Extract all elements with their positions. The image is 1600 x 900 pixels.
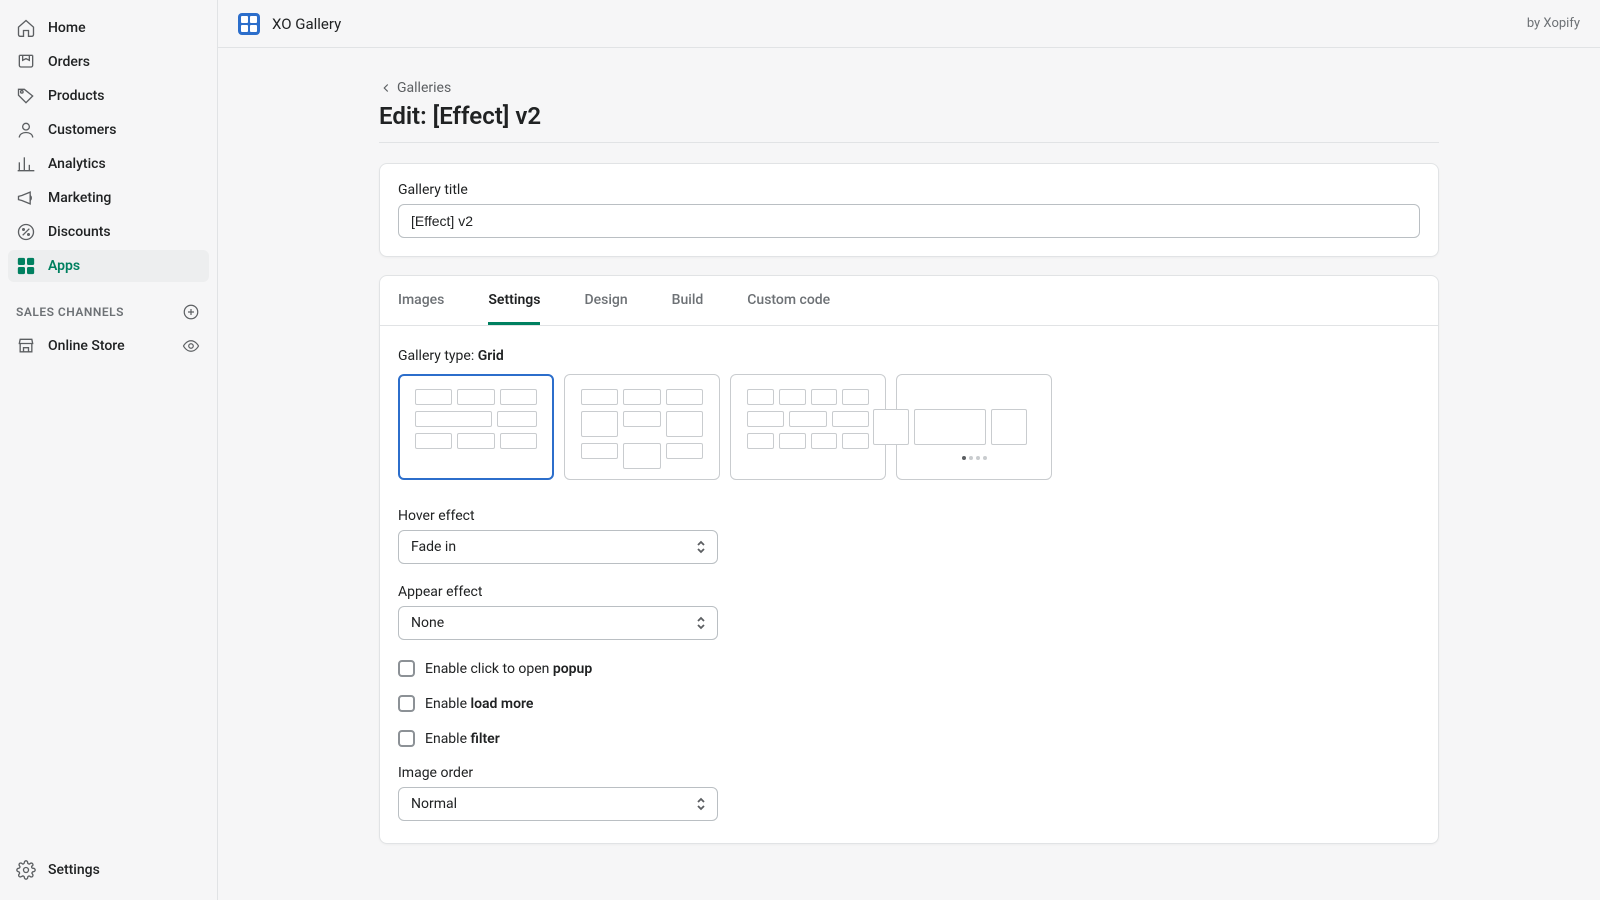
sidebar-item-discounts[interactable]: Discounts <box>8 216 209 248</box>
carousel-dots-icon <box>962 456 987 460</box>
sidebar-item-label: Discounts <box>48 224 111 240</box>
gallery-type-picker <box>398 374 1420 480</box>
store-icon <box>16 336 36 356</box>
hover-effect-select[interactable]: Fade in <box>398 530 718 564</box>
sidebar-item-label: Settings <box>48 862 100 878</box>
page-title: Edit: [Effect] v2 <box>379 102 1439 130</box>
tab-build[interactable]: Build <box>672 276 704 325</box>
main: XO Gallery by Xopify Galleries Edit: [Ef… <box>218 0 1600 900</box>
eye-icon <box>182 337 200 355</box>
analytics-icon <box>16 154 36 174</box>
image-order-label: Image order <box>398 765 718 781</box>
settings-card: Images Settings Design Build Custom code… <box>379 275 1439 844</box>
appear-effect-value: None <box>411 615 444 631</box>
gallery-title-input[interactable] <box>398 204 1420 238</box>
select-chevrons-icon <box>695 796 707 812</box>
image-order-value: Normal <box>411 796 457 812</box>
appear-effect-select[interactable]: None <box>398 606 718 640</box>
sidebar-item-label: Products <box>48 88 105 104</box>
sales-channels-header: SALES CHANNELS <box>0 284 217 330</box>
gallery-type-prefix: Gallery type: <box>398 348 478 364</box>
sidebar-item-label: Home <box>48 20 86 36</box>
app-logo-icon <box>238 13 260 35</box>
view-store-button[interactable] <box>181 336 201 356</box>
sidebar-item-apps[interactable]: Apps <box>8 250 209 282</box>
tab-images[interactable]: Images <box>398 276 444 325</box>
sidebar-item-customers[interactable]: Customers <box>8 114 209 146</box>
tag-icon <box>16 86 36 106</box>
inbox-icon <box>16 52 36 72</box>
tabs: Images Settings Design Build Custom code <box>380 276 1438 326</box>
discount-icon <box>16 222 36 242</box>
sidebar-item-label: Apps <box>48 258 80 274</box>
enable-loadmore-checkbox[interactable]: Enable load more <box>398 695 1420 712</box>
gallery-type-masonry[interactable] <box>564 374 720 480</box>
checkbox-label: Enable load more <box>425 696 533 712</box>
app-name: XO Gallery <box>272 15 341 33</box>
megaphone-icon <box>16 188 36 208</box>
image-order-select[interactable]: Normal <box>398 787 718 821</box>
sidebar-item-label: Analytics <box>48 156 106 172</box>
user-icon <box>16 120 36 140</box>
checkbox-label: Enable click to open popup <box>425 661 592 677</box>
tab-label: Settings <box>488 292 540 308</box>
sidebar-item-label: Marketing <box>48 190 111 206</box>
breadcrumb-label: Galleries <box>397 80 451 96</box>
tab-design[interactable]: Design <box>584 276 627 325</box>
gallery-type-grid[interactable] <box>398 374 554 480</box>
plus-circle-icon <box>182 303 200 321</box>
enable-popup-checkbox[interactable]: Enable click to open popup <box>398 660 1420 677</box>
gallery-type-label: Gallery type: Grid <box>398 348 1420 364</box>
sidebar-item-label: Customers <box>48 122 116 138</box>
apps-icon <box>16 256 36 276</box>
home-icon <box>16 18 36 38</box>
app-byline: by Xopify <box>1527 16 1580 31</box>
sales-channels-label: SALES CHANNELS <box>16 305 124 319</box>
hover-effect-value: Fade in <box>411 539 456 555</box>
checkbox-icon <box>398 695 415 712</box>
checkbox-icon <box>398 730 415 747</box>
sidebar: Home Orders Products Customers Analytics <box>0 0 218 900</box>
tab-settings[interactable]: Settings <box>488 276 540 325</box>
sidebar-item-label: Online Store <box>48 338 125 354</box>
gallery-type-justified[interactable] <box>730 374 886 480</box>
divider <box>379 142 1439 143</box>
hover-effect-label: Hover effect <box>398 508 718 524</box>
sidebar-item-settings[interactable]: Settings <box>8 854 209 886</box>
select-chevrons-icon <box>695 539 707 555</box>
sidebar-item-analytics[interactable]: Analytics <box>8 148 209 180</box>
checkbox-icon <box>398 660 415 677</box>
gallery-type-carousel[interactable] <box>896 374 1052 480</box>
app-header: XO Gallery by Xopify <box>218 0 1600 48</box>
sidebar-item-online-store[interactable]: Online Store <box>8 330 209 362</box>
sidebar-item-home[interactable]: Home <box>8 12 209 44</box>
appear-effect-label: Appear effect <box>398 584 718 600</box>
gallery-title-label: Gallery title <box>398 182 1420 198</box>
tab-custom-code[interactable]: Custom code <box>747 276 830 325</box>
gallery-title-card: Gallery title <box>379 163 1439 257</box>
chevron-left-icon <box>379 81 393 95</box>
sidebar-item-marketing[interactable]: Marketing <box>8 182 209 214</box>
tab-label: Build <box>672 292 704 308</box>
breadcrumb-back[interactable]: Galleries <box>379 80 451 96</box>
tab-label: Design <box>584 292 627 308</box>
gallery-type-value: Grid <box>478 348 504 364</box>
select-chevrons-icon <box>695 615 707 631</box>
tab-label: Custom code <box>747 292 830 308</box>
sidebar-item-label: Orders <box>48 54 90 70</box>
content-scroll[interactable]: Galleries Edit: [Effect] v2 Gallery titl… <box>218 48 1600 900</box>
tab-label: Images <box>398 292 444 308</box>
add-channel-button[interactable] <box>181 302 201 322</box>
sidebar-item-orders[interactable]: Orders <box>8 46 209 78</box>
gear-icon <box>16 860 36 880</box>
enable-filter-checkbox[interactable]: Enable filter <box>398 730 1420 747</box>
sidebar-item-products[interactable]: Products <box>8 80 209 112</box>
checkbox-label: Enable filter <box>425 731 500 747</box>
